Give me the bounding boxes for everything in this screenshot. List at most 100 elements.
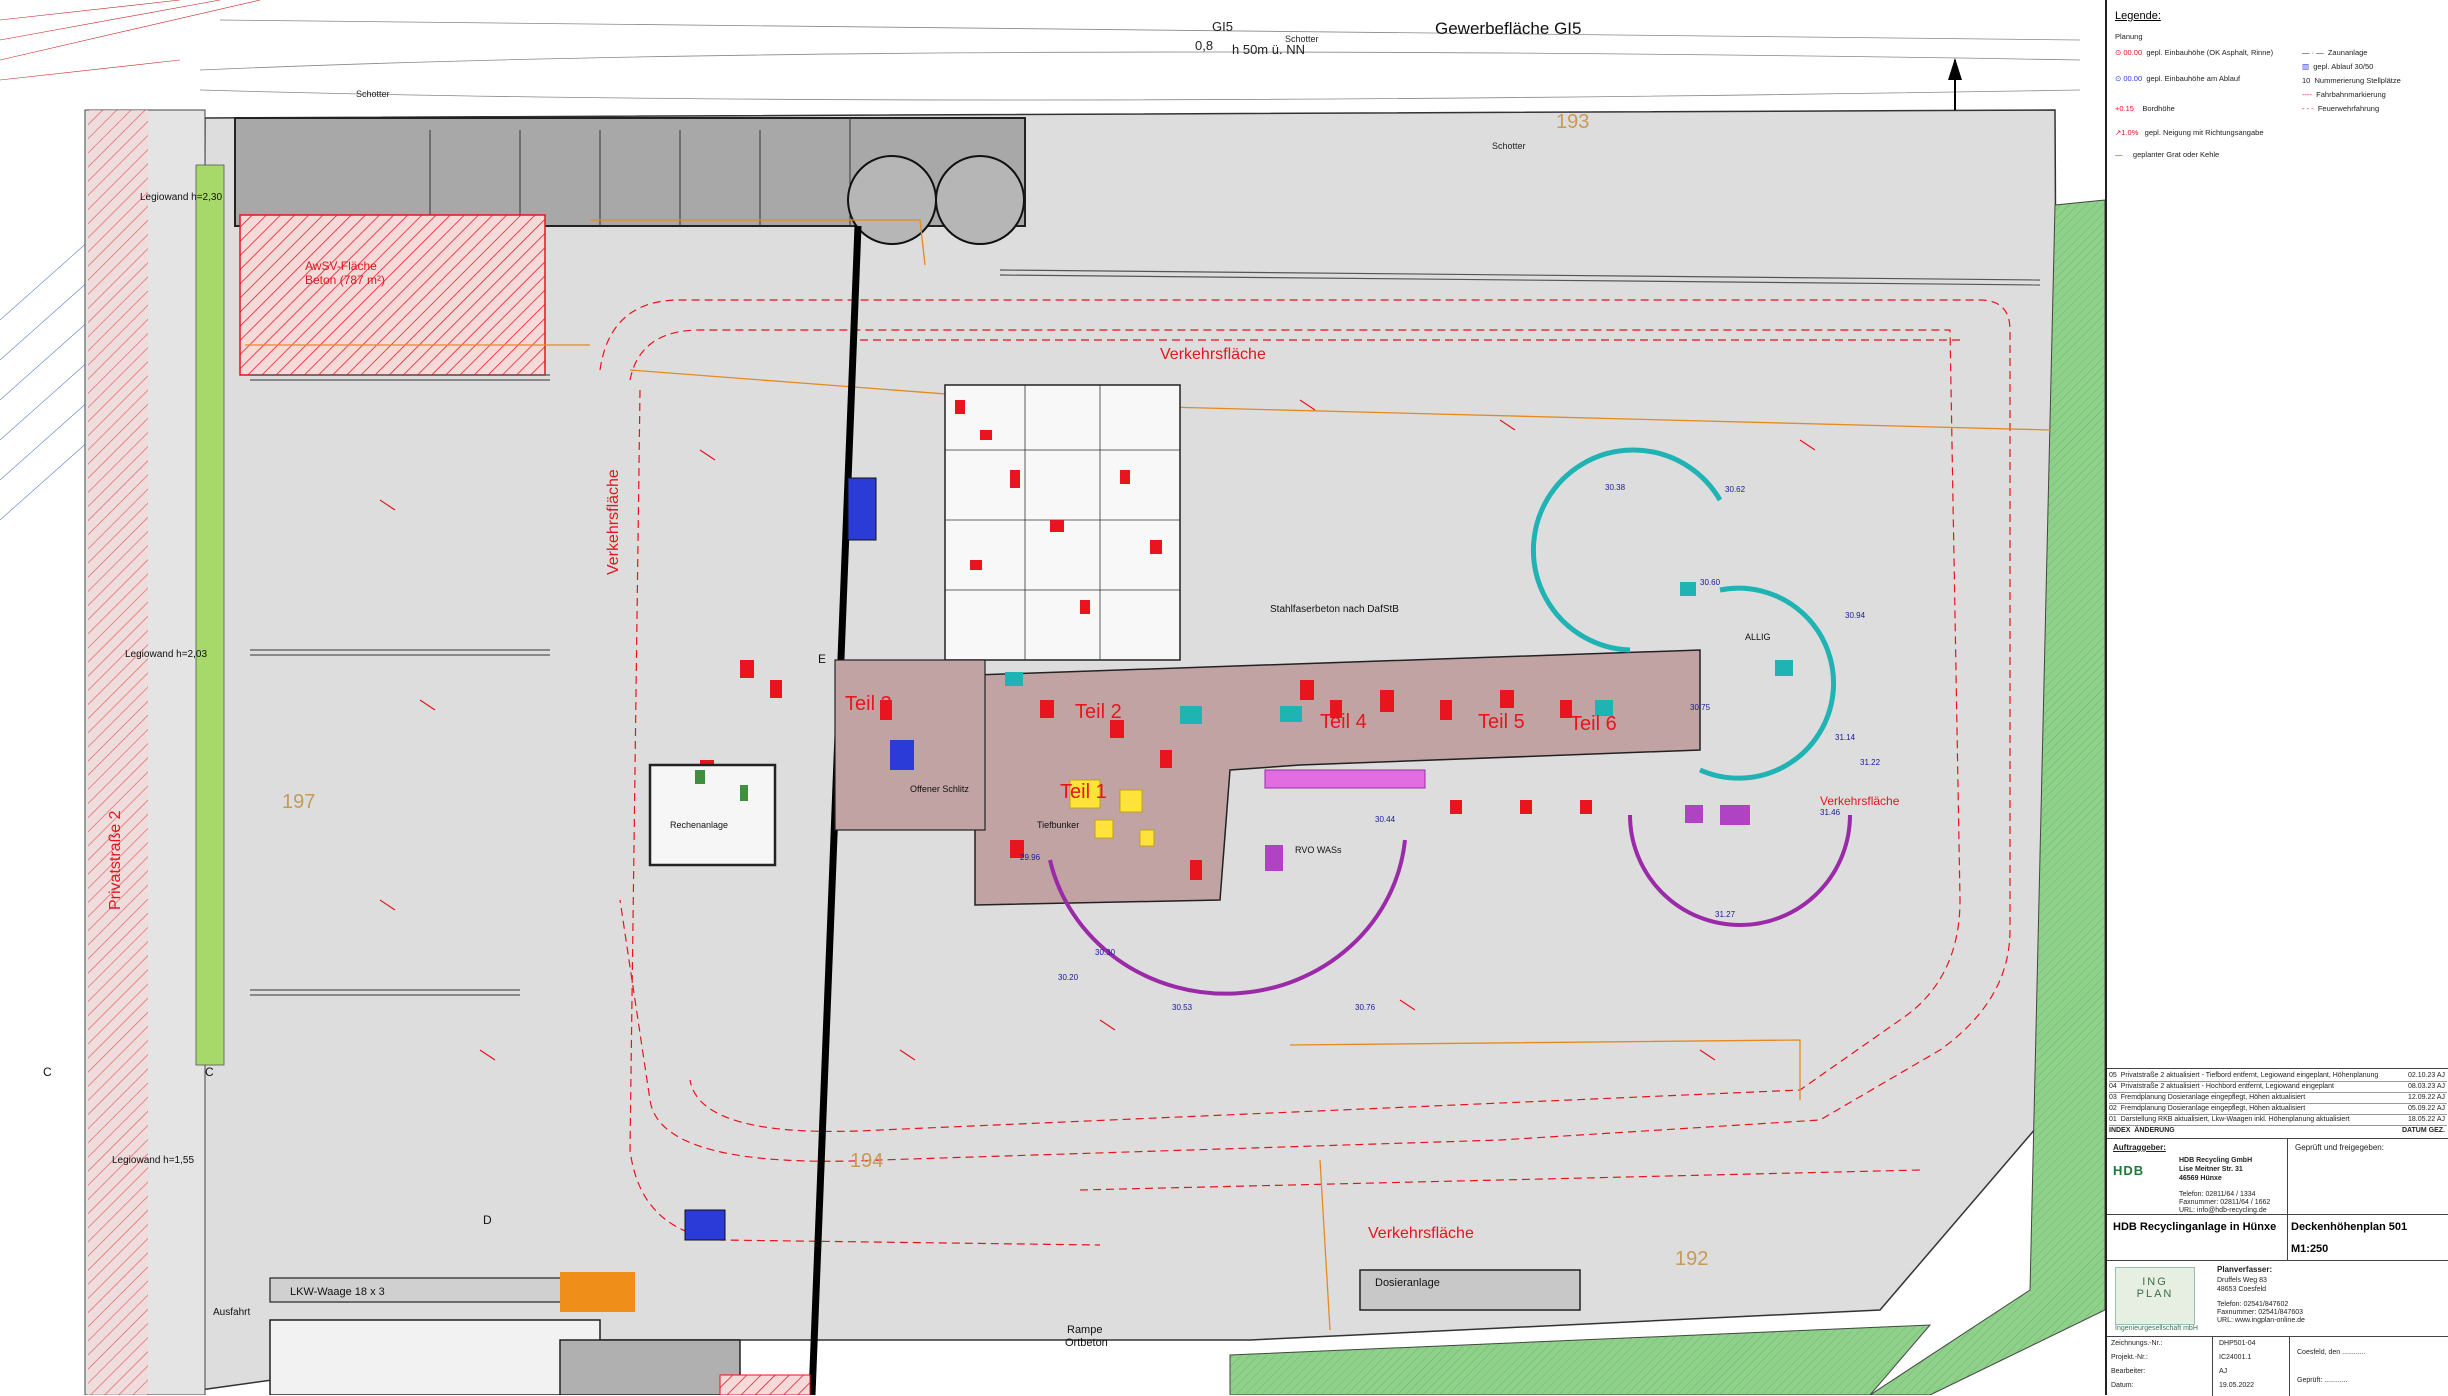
traffic-label-top: Verkehrsfläche xyxy=(1160,346,1266,363)
steel-note: Stahlfaserbeton nach DafStB xyxy=(1270,604,1399,615)
drawing-no-label: Zeichnungs.-Nr.: xyxy=(2111,1340,2163,1347)
awsv-area: Beton (787 m²) xyxy=(305,273,385,287)
header-area-label: Gewerbefläche GI5 xyxy=(1435,19,1581,38)
legend-right-4: ---- Fahrbahnmarkierung xyxy=(2302,90,2386,99)
drawing-meta: Zeichnungs.-Nr.: DHP501-04 Projekt.-Nr.:… xyxy=(2107,1336,2448,1396)
ausfahrt-label: Ausfahrt xyxy=(213,1307,250,1318)
spot-height: 30.76 xyxy=(1355,1003,1376,1012)
ramp-sub-label: Ortbeton xyxy=(1065,1337,1108,1349)
gi5-value: 0,8 xyxy=(1195,38,1213,53)
plan-title: Deckenhöhenplan 501 xyxy=(2291,1221,2408,1233)
hatched-block-top xyxy=(239,214,546,376)
project-no-label: Projekt.-Nr.: xyxy=(2111,1354,2148,1361)
dosieranlage-building xyxy=(1359,1269,1581,1311)
client-logo: HDB xyxy=(2113,1163,2145,1178)
blue-tank-2 xyxy=(684,1209,726,1241)
designer-title: Planverfasser: xyxy=(2217,1265,2273,1274)
part-4-label: Teil 4 xyxy=(1320,711,1367,733)
client-name: HDB Recycling GmbH xyxy=(2179,1157,2253,1164)
coesfeld-line: Coesfeld, den ............ xyxy=(2297,1349,2366,1356)
traffic-label-right: Verkehrsfläche xyxy=(1820,794,1900,808)
designer-fax: Faxnummer: 02541/847603 xyxy=(2217,1309,2303,1316)
designer-section: ING PLAN Ingenieurgesellschaft mbH Planv… xyxy=(2107,1260,2448,1337)
spot-height: 31.22 xyxy=(1860,758,1881,767)
awsv-bottom xyxy=(719,1374,811,1395)
ramp-label: Rampe xyxy=(1067,1324,1102,1336)
legend-item-3: +0.15 Bordhöhe xyxy=(2115,104,2175,113)
legend-item-1: ⊙ 00.00 gepl. Einbauhöhe (OK Asphalt, Ri… xyxy=(2115,48,2274,57)
site-plan-drawing: Gewerbefläche GI5 GI5 0,8 h 50m ü. NN 19… xyxy=(0,0,2105,1395)
spot-height: 31.27 xyxy=(1715,910,1736,919)
legend-item-5: — geplanter Grat oder Kehle xyxy=(2115,150,2220,159)
legend-right-2: ▥ gepl. Ablauf 30/50 xyxy=(2302,62,2374,71)
legend-planning: Planung xyxy=(2115,32,2143,41)
allig-label: ALLIG xyxy=(1745,632,1771,642)
revision-row: 01 Darstellung RKB aktualisiert, Lkw-Waa… xyxy=(2109,1115,2447,1126)
section-mark-e: E xyxy=(818,652,826,666)
legiowand-1: Legiowand h=2,30 xyxy=(140,192,222,203)
client-mail: URL: info@hdb-recycling.de xyxy=(2179,1207,2267,1214)
werkstatt-building xyxy=(559,1339,741,1395)
part-3-label: Teil 3 xyxy=(845,693,892,715)
spot-height: 30.44 xyxy=(1375,815,1396,824)
schotter-label-1: Schotter xyxy=(356,89,390,99)
legend-title: Legende: xyxy=(2115,10,2161,22)
part-1-label: Teil 1 xyxy=(1060,781,1107,803)
designer-phone: Telefon: 02541/847602 xyxy=(2217,1301,2289,1308)
title-block: Legende: Planung ⊙ 00.00 gepl. Einbauhöh… xyxy=(2105,0,2448,1396)
parcel-number-197: 197 xyxy=(282,791,315,813)
client-fax: Faxnummer: 02811/64 / 1662 xyxy=(2179,1199,2271,1206)
section-mark-d: D xyxy=(483,1213,492,1227)
project-no: IC24001.1 xyxy=(2219,1354,2252,1361)
part-5-label: Teil 5 xyxy=(1478,711,1525,733)
client-phone: Telefon: 02811/64 / 1334 xyxy=(2179,1191,2256,1198)
client-street: Lise Meitner Str. 31 xyxy=(2179,1166,2243,1173)
legend-item-4: ↗1.0% gepl. Neigung mit Richtungsangabe xyxy=(2115,128,2264,137)
designer-logo: ING PLAN xyxy=(2115,1267,2195,1325)
blue-tank-1 xyxy=(847,477,877,541)
schotter-label-2: Schotter xyxy=(1285,34,1319,44)
part-2-label: Teil 2 xyxy=(1075,701,1122,723)
editor-label: Bearbeiter: xyxy=(2111,1368,2146,1375)
magenta-strip xyxy=(1264,769,1426,789)
blue-tank-3 xyxy=(890,740,914,770)
traffic-label-vertical: Verkehrsfläche xyxy=(605,469,622,575)
section-mark-c2: C xyxy=(205,1065,214,1079)
plan-scale: M1:250 xyxy=(2291,1243,2329,1255)
designer-street: Druffels Weg 83 xyxy=(2217,1277,2267,1284)
dosieranlage-label: Dosieranlage xyxy=(1375,1277,1440,1289)
lkw-waage-label: LKW-Waage 18 x 3 xyxy=(290,1286,385,1298)
checked-line: Geprüft: ............ xyxy=(2297,1377,2348,1384)
awsv-label: AwSV-Fläche xyxy=(305,259,377,273)
section-mark-c1: C xyxy=(43,1065,52,1079)
client-section: Auftraggeber: HDB HDB Recycling GmbH Lis… xyxy=(2107,1138,2448,1215)
revision-table: 05 Privatstraße 2 aktualisiert - Tiefbor… xyxy=(2107,1068,2448,1134)
legend-right-3: 10 Nummerierung Stellplätze xyxy=(2302,76,2401,85)
client-title: Auftraggeber: xyxy=(2113,1143,2166,1152)
private-road-label: Privatstraße 2 xyxy=(107,810,124,910)
revision-row: 04 Privatstraße 2 aktualisiert - Hochbor… xyxy=(2109,1082,2447,1093)
green-strip-left xyxy=(195,164,225,1066)
revision-row: 05 Privatstraße 2 aktualisiert - Tiefbor… xyxy=(2109,1071,2447,1082)
spot-height: 30.30 xyxy=(1095,948,1116,957)
editor: AJ xyxy=(2219,1368,2228,1375)
rechenanlage-label: Rechenanlage xyxy=(670,820,728,830)
traffic-label-bottom: Verkehrsfläche xyxy=(1368,1225,1474,1242)
legiowand-2: Legiowand h=2,03 xyxy=(125,649,207,660)
spot-height: 30.20 xyxy=(1058,973,1079,982)
gi5-height: h 50m ü. NN xyxy=(1232,42,1305,57)
designer-url: URL: www.ingplan-online.de xyxy=(2217,1317,2305,1324)
schotter-label-3: Schotter xyxy=(1492,141,1526,151)
offener-schlitz-label: Offener Schlitz xyxy=(910,784,969,794)
left-strip xyxy=(0,0,95,1395)
spot-height: 29.96 xyxy=(1020,853,1041,862)
tank-2 xyxy=(935,155,1025,245)
rvo-label: RVO WASs xyxy=(1295,845,1342,855)
legend-right-5: - - - Feuerwehrfahrung xyxy=(2302,104,2380,113)
legend-section: Legende: Planung ⊙ 00.00 gepl. Einbauhöh… xyxy=(2107,0,2448,1060)
spot-height: 31.14 xyxy=(1835,733,1856,742)
date: 19.05.2022 xyxy=(2219,1382,2255,1389)
gi5-label: GI5 xyxy=(1212,19,1233,34)
spot-height: 30.75 xyxy=(1690,703,1711,712)
parcel-number-193: 193 xyxy=(1556,111,1589,133)
